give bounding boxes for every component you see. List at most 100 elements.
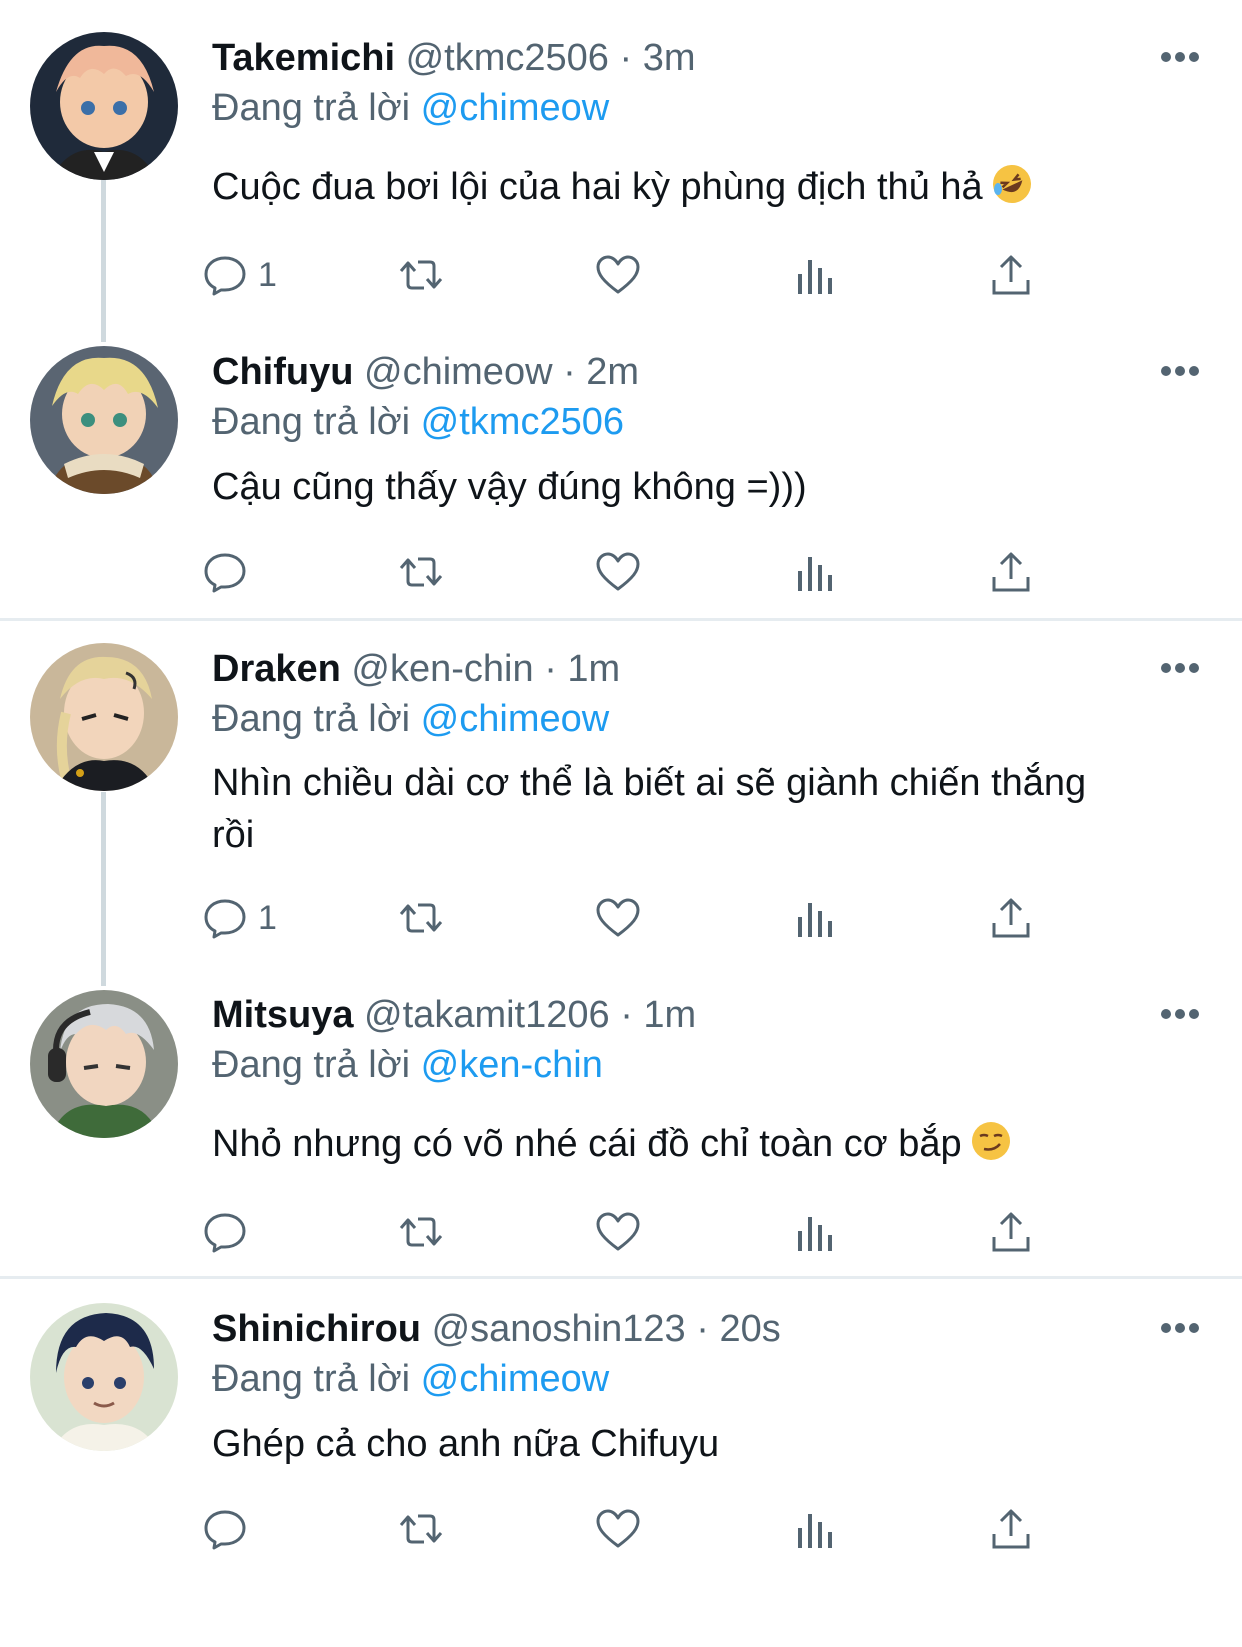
share-icon bbox=[992, 1212, 1030, 1252]
replying-to: Đang trả lời @tkmc2506 bbox=[212, 397, 624, 447]
timestamp[interactable]: 1m bbox=[643, 994, 696, 1036]
reply-count: 1 bbox=[258, 255, 277, 294]
display-name[interactable]: Shinichirou bbox=[212, 1308, 421, 1350]
reply-icon bbox=[204, 256, 246, 296]
user-handle[interactable]: @tkmc2506 bbox=[406, 37, 609, 79]
avatar[interactable] bbox=[30, 32, 178, 180]
replying-to-handle[interactable]: @chimeow bbox=[421, 87, 610, 129]
more-icon[interactable] bbox=[1160, 661, 1200, 675]
share-icon bbox=[992, 552, 1030, 592]
thread-divider bbox=[0, 1276, 1242, 1279]
share-button[interactable] bbox=[988, 893, 1034, 943]
share-icon bbox=[992, 1509, 1030, 1549]
tweet-text: Nhìn chiều dài cơ thể là biết ai sẽ giàn… bbox=[212, 757, 1092, 861]
thread-line bbox=[101, 792, 106, 986]
reply-icon bbox=[204, 899, 246, 939]
user-handle[interactable]: @takamit1206 bbox=[364, 994, 610, 1036]
tweet-text-content: Nhỏ nhưng có võ nhé cái đồ chỉ toàn cơ b… bbox=[212, 1123, 962, 1165]
user-handle[interactable]: @ken-chin bbox=[351, 648, 533, 690]
replying-to: Đang trả lời @chimeow bbox=[212, 694, 609, 744]
views-button[interactable] bbox=[792, 250, 838, 300]
tweet-header: Shinichirou @sanoshin123 · 20s bbox=[212, 1304, 781, 1354]
replying-to: Đang trả lời @chimeow bbox=[212, 83, 609, 133]
separator: · bbox=[544, 648, 557, 690]
reply-icon bbox=[204, 553, 246, 593]
like-button[interactable] bbox=[595, 893, 641, 943]
replying-to-handle[interactable]: @chimeow bbox=[421, 698, 610, 740]
tweet-actions: 1 bbox=[204, 250, 1092, 300]
replying-to-handle[interactable]: @ken-chin bbox=[421, 1044, 603, 1086]
avatar[interactable] bbox=[30, 990, 178, 1138]
tweet-header: Takemichi @tkmc2506 · 3m bbox=[212, 33, 696, 83]
reply-button[interactable] bbox=[202, 1504, 258, 1554]
like-button[interactable] bbox=[595, 1207, 641, 1257]
views-icon bbox=[798, 1217, 832, 1251]
avatar[interactable] bbox=[30, 643, 178, 791]
retweet-button[interactable] bbox=[398, 1504, 444, 1554]
replying-to: Đang trả lời @ken-chin bbox=[212, 1040, 603, 1090]
tweet-text: Cuộc đua bơi lội của hai kỳ phùng địch t… bbox=[212, 161, 1172, 213]
replying-to-label: Đang trả lời bbox=[212, 1044, 411, 1086]
replying-to-label: Đang trả lời bbox=[212, 87, 411, 129]
like-icon bbox=[596, 1212, 640, 1251]
like-button[interactable] bbox=[595, 1504, 641, 1554]
more-icon[interactable] bbox=[1160, 1321, 1200, 1335]
rofl-emoji-icon bbox=[992, 165, 1031, 203]
like-icon bbox=[596, 255, 640, 294]
more-icon[interactable] bbox=[1160, 50, 1200, 64]
replying-to-handle[interactable]: @chimeow bbox=[421, 1358, 610, 1400]
reply-icon bbox=[204, 1510, 246, 1550]
reply-button[interactable]: 1 bbox=[202, 893, 277, 943]
views-button[interactable] bbox=[792, 893, 838, 943]
display-name[interactable]: Chifuyu bbox=[212, 351, 353, 393]
retweet-button[interactable] bbox=[398, 893, 444, 943]
reply-button[interactable] bbox=[202, 547, 258, 597]
reply-icon bbox=[204, 1213, 246, 1253]
avatar[interactable] bbox=[30, 346, 178, 494]
tweet-actions: 1 bbox=[204, 893, 1092, 943]
views-button[interactable] bbox=[792, 1504, 838, 1554]
timestamp[interactable]: 2m bbox=[586, 351, 639, 393]
separator: · bbox=[620, 994, 633, 1036]
views-button[interactable] bbox=[792, 1207, 838, 1257]
replying-to-handle[interactable]: @tkmc2506 bbox=[421, 401, 624, 443]
more-icon[interactable] bbox=[1160, 1007, 1200, 1021]
like-icon bbox=[596, 898, 640, 937]
separator: · bbox=[696, 1308, 709, 1350]
separator: · bbox=[563, 351, 576, 393]
views-icon bbox=[798, 260, 832, 294]
timestamp[interactable]: 1m bbox=[567, 648, 620, 690]
views-button[interactable] bbox=[792, 547, 838, 597]
timestamp[interactable]: 3m bbox=[643, 37, 696, 79]
timestamp[interactable]: 20s bbox=[719, 1308, 780, 1350]
share-icon bbox=[992, 255, 1030, 295]
avatar[interactable] bbox=[30, 1303, 178, 1451]
more-icon[interactable] bbox=[1160, 364, 1200, 378]
retweet-button[interactable] bbox=[398, 1207, 444, 1257]
retweet-icon bbox=[399, 1514, 443, 1544]
share-button[interactable] bbox=[988, 1207, 1034, 1257]
smirk-emoji-icon bbox=[971, 1122, 1010, 1160]
user-handle[interactable]: @sanoshin123 bbox=[432, 1308, 686, 1350]
tweet-text: Nhỏ nhưng có võ nhé cái đồ chỉ toàn cơ b… bbox=[212, 1118, 1172, 1170]
share-button[interactable] bbox=[988, 547, 1034, 597]
user-handle[interactable]: @chimeow bbox=[364, 351, 553, 393]
replying-to-label: Đang trả lời bbox=[212, 401, 411, 443]
display-name[interactable]: Mitsuya bbox=[212, 994, 353, 1036]
retweet-button[interactable] bbox=[398, 547, 444, 597]
reply-button[interactable] bbox=[202, 1207, 258, 1257]
retweet-icon bbox=[399, 903, 443, 933]
retweet-icon bbox=[399, 1217, 443, 1247]
share-button[interactable] bbox=[988, 250, 1034, 300]
display-name[interactable]: Takemichi bbox=[212, 37, 395, 79]
tweet-header: Draken @ken-chin · 1m bbox=[212, 644, 620, 694]
share-button[interactable] bbox=[988, 1504, 1034, 1554]
tweet-text-content: Cuộc đua bơi lội của hai kỳ phùng địch t… bbox=[212, 166, 983, 208]
reply-count: 1 bbox=[258, 898, 277, 937]
display-name[interactable]: Draken bbox=[212, 648, 341, 690]
like-icon bbox=[596, 552, 640, 591]
like-button[interactable] bbox=[595, 547, 641, 597]
like-button[interactable] bbox=[595, 250, 641, 300]
reply-button[interactable]: 1 bbox=[202, 250, 277, 300]
retweet-button[interactable] bbox=[398, 250, 444, 300]
